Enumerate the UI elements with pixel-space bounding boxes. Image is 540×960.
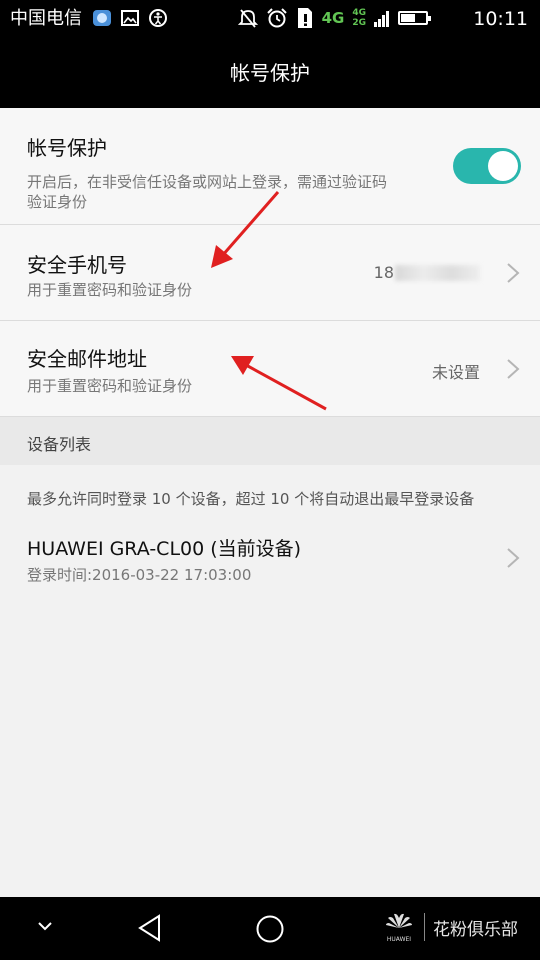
chevron-right-icon (507, 263, 520, 283)
account-protection-title: 帐号保护 (27, 136, 107, 160)
screen: 中国电信 4G 4G 2G 10:11 帐号保护 帐号保护 开启后，在非受信任设… (0, 0, 540, 960)
huawei-watermark: HUAWEI 花粉俱乐部 (382, 910, 518, 944)
navigation-bar: HUAWEI 花粉俱乐部 (0, 897, 540, 960)
security-email-description: 用于重置密码和验证身份 (27, 377, 193, 395)
account-protection-description-line1: 开启后，在非受信任设备或网站上登录，需通过验证码 (27, 173, 388, 191)
signal-icon (374, 11, 389, 27)
back-icon[interactable] (137, 914, 163, 942)
chevron-right-icon (507, 548, 520, 568)
account-protection-row: 帐号保护 开启后，在非受信任设备或网站上登录，需通过验证码 验证身份 (0, 108, 540, 225)
device-list-header: 设备列表 (0, 417, 540, 465)
account-protection-description-line2: 验证身份 (27, 193, 88, 211)
status-bar: 中国电信 4G 4G 2G 10:11 (0, 0, 540, 38)
security-phone-title: 安全手机号 (27, 253, 127, 277)
security-email-title: 安全邮件地址 (27, 347, 147, 371)
device-item[interactable]: HUAWEI GRA-CL00 (当前设备) 登录时间:2016-03-22 1… (0, 520, 540, 598)
accessibility-icon (149, 9, 167, 27)
alarm-icon (266, 8, 287, 28)
page-title: 帐号保护 (230, 61, 310, 85)
network-stack: 4G 2G (352, 8, 366, 28)
chevron-right-icon (507, 359, 520, 379)
huawei-logo-text: HUAWEI (387, 936, 411, 943)
device-limit-notice: 最多允许同时登录 10 个设备，超过 10 个将自动退出最早登录设备 (27, 490, 475, 508)
home-icon[interactable] (255, 914, 285, 944)
chevron-down-icon[interactable] (36, 919, 54, 933)
network-top-label: 4G (352, 8, 366, 18)
huawei-logo-icon: HUAWEI (386, 913, 412, 943)
security-phone-description: 用于重置密码和验证身份 (27, 281, 193, 299)
image-icon (121, 10, 139, 26)
device-list-header-label: 设备列表 (27, 435, 92, 454)
security-phone-row[interactable]: 安全手机号 用于重置密码和验证身份 18 (0, 225, 540, 321)
security-email-value: 未设置 (431, 363, 480, 382)
device-name: HUAWEI GRA-CL00 (当前设备) (27, 538, 302, 560)
clock: 10:11 (473, 8, 528, 30)
battery-icon (398, 11, 431, 25)
network-bottom-label: 2G (352, 18, 366, 28)
security-phone-value: 18 (373, 263, 394, 282)
toggle-knob (488, 151, 518, 181)
mute-icon (237, 9, 258, 28)
redacted-phone-number (395, 265, 480, 281)
watermark-divider (424, 913, 425, 941)
device-login-time: 登录时间:2016-03-22 17:03:00 (27, 566, 252, 584)
security-email-row[interactable]: 安全邮件地址 用于重置密码和验证身份 未设置 (0, 321, 540, 417)
watermark-brand-text: 花粉俱乐部 (433, 919, 518, 940)
title-bar: 帐号保护 (0, 38, 540, 108)
account-protection-toggle[interactable] (453, 148, 521, 184)
app-notification-icon (93, 10, 111, 26)
network-4g-label: 4G (321, 9, 345, 27)
sim-icon (297, 8, 312, 28)
carrier-label: 中国电信 (10, 8, 82, 29)
